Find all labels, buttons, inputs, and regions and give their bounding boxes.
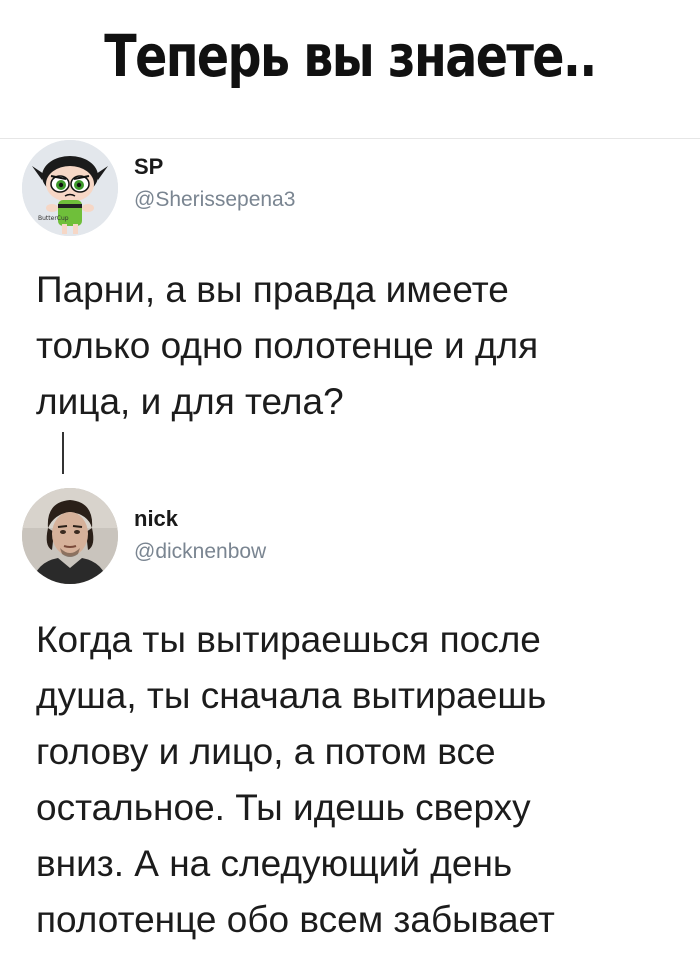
author-name[interactable]: SP: [134, 154, 163, 180]
author-handle[interactable]: @dicknenbow: [134, 540, 266, 564]
powerpuff-girl-avatar-icon[interactable]: ButterCup: [22, 140, 118, 236]
header-banner: Теперь вы знаете..: [0, 0, 700, 139]
tweet-sp: ButterCup SP @Sherissepena3 Парни, а вы …: [0, 140, 700, 430]
man-portrait-avatar-icon[interactable]: [22, 488, 118, 584]
tweet-text: Когда ты вытираешься после душа, ты снач…: [36, 619, 555, 940]
banner-title: Теперь вы знаете..: [104, 22, 597, 90]
tweet-nick: nick @dicknenbow Когда ты вытираешься по…: [0, 488, 700, 958]
tweet-text: Парни, а вы правда имеете только одно по…: [36, 269, 539, 422]
author-name[interactable]: nick: [134, 506, 178, 532]
thread-connector: [62, 432, 64, 474]
author-handle[interactable]: @Sherissepena3: [134, 188, 295, 212]
avatar-caption: ButterCup: [38, 215, 69, 222]
